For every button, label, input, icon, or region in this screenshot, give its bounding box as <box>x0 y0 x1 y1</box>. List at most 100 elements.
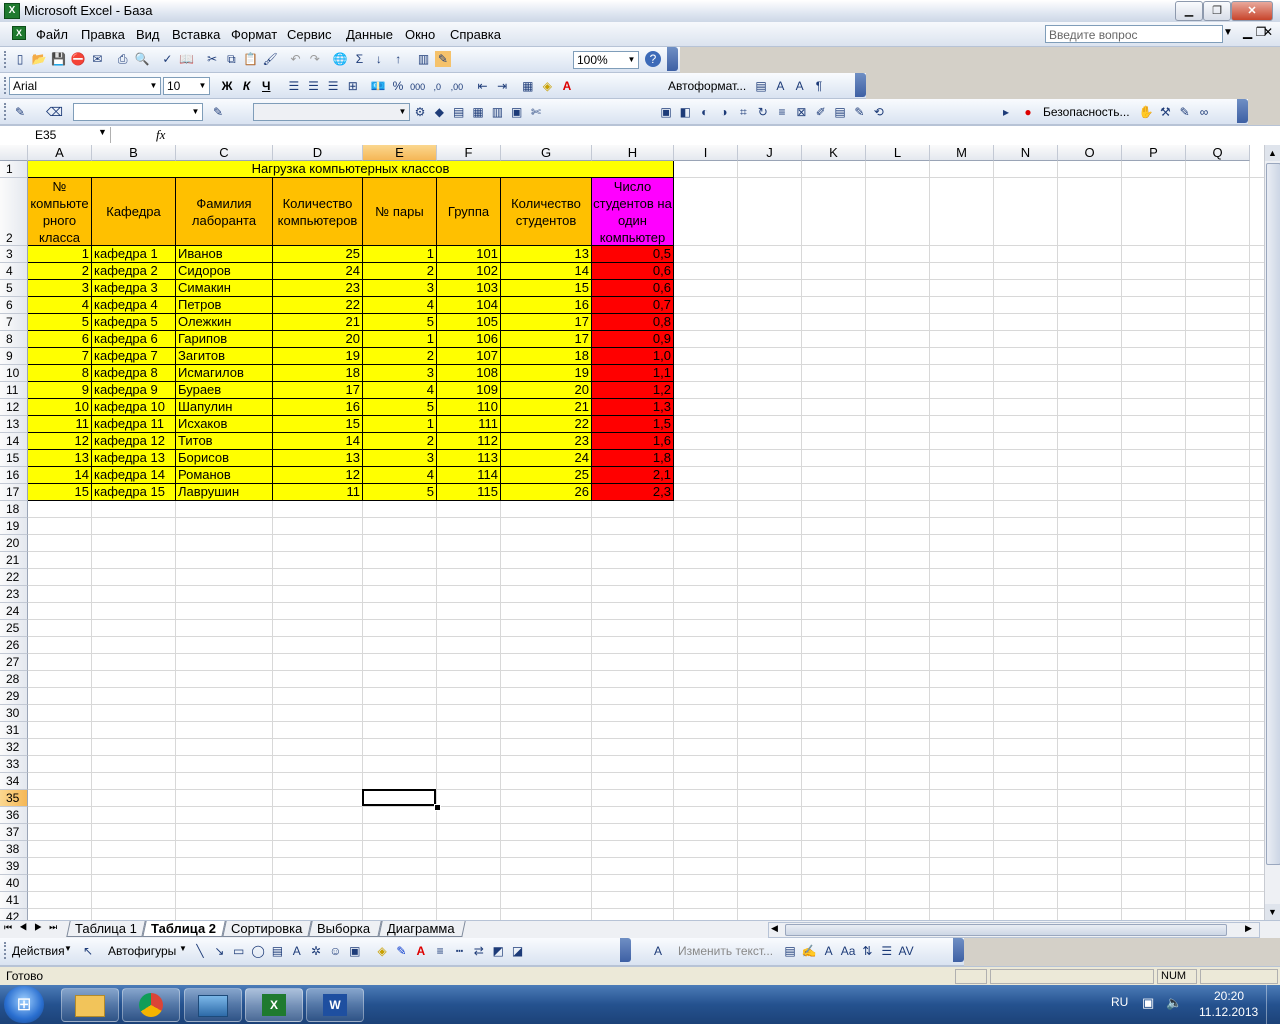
column-header[interactable]: K <box>802 145 866 161</box>
control-toolbox-icon[interactable]: ✋ <box>1138 104 1154 120</box>
data-cell[interactable]: 1,3 <box>592 399 674 416</box>
row-header[interactable]: 25 <box>0 620 28 637</box>
spreadsheet-grid[interactable]: A B C D E F G H I J K L M N O P Q 1 2 3 4 5 6 7 8 9 10 11 12 13 14 15 16… <box>0 145 1264 920</box>
merge-center-icon[interactable]: ⊞ <box>345 78 361 94</box>
line-style-combo[interactable]: ▼ <box>73 103 203 121</box>
data-cell[interactable]: 22 <box>501 416 592 433</box>
align-left-icon[interactable]: ☰ <box>286 78 302 94</box>
row-header[interactable]: 40 <box>0 875 28 892</box>
style-combo[interactable]: ▼ <box>253 103 410 121</box>
save-icon[interactable]: 💾 <box>51 51 67 67</box>
data-cell[interactable]: 24 <box>501 450 592 467</box>
cut-icon[interactable]: ✂ <box>204 51 220 67</box>
data-cell[interactable]: 115 <box>437 484 501 501</box>
data-cell[interactable]: 106 <box>437 331 501 348</box>
char-spacing-icon[interactable]: AV <box>898 943 914 959</box>
ask-question-input[interactable]: Введите вопрос <box>1045 25 1223 43</box>
scroll-right-button[interactable]: ▶ <box>1245 923 1252 934</box>
row-header[interactable]: 36 <box>0 807 28 824</box>
row-header[interactable]: 7 <box>0 314 28 331</box>
row-header[interactable]: 41 <box>0 892 28 909</box>
sheet-tab[interactable]: Таблица 1 <box>66 921 146 937</box>
column-header[interactable]: F <box>437 145 501 161</box>
data-cell[interactable]: 20 <box>273 331 363 348</box>
row-header[interactable]: 23 <box>0 586 28 603</box>
line-style-icon[interactable]: ≡ <box>774 104 790 120</box>
data-cell[interactable]: кафедра 10 <box>92 399 176 416</box>
data-cell[interactable]: 1,2 <box>592 382 674 399</box>
font-combo[interactable]: Arial ▼ <box>9 77 161 95</box>
scroll-down-button[interactable]: ▼ <box>1265 904 1280 920</box>
borders-icon[interactable]: ▦ <box>520 78 536 94</box>
data-cell[interactable]: 16 <box>501 297 592 314</box>
column-header[interactable]: B <box>92 145 176 161</box>
tb-icon-7[interactable]: ✄ <box>528 104 544 120</box>
data-cell[interactable]: 1,6 <box>592 433 674 450</box>
line-icon[interactable]: ╲ <box>192 943 208 959</box>
data-cell[interactable]: Сидоров <box>176 263 273 280</box>
data-cell[interactable]: 108 <box>437 365 501 382</box>
open-icon[interactable]: 📂 <box>31 51 47 67</box>
italic-button[interactable]: К <box>239 78 255 94</box>
rotate-icon[interactable]: ↻ <box>755 104 771 120</box>
column-header[interactable]: O <box>1058 145 1122 161</box>
script-editor-icon[interactable]: ∞ <box>1196 104 1212 120</box>
data-cell[interactable]: 3 <box>363 280 437 297</box>
data-cell[interactable]: 3 <box>28 280 92 297</box>
3d-icon[interactable]: ◪ <box>510 943 526 959</box>
data-cell[interactable]: 114 <box>437 467 501 484</box>
clock-date[interactable]: 11.12.2013 <box>1199 1005 1258 1019</box>
oval-icon[interactable]: ◯ <box>250 943 266 959</box>
vertical-scroll-thumb[interactable] <box>1266 163 1280 865</box>
style-dropdown-icon[interactable]: ▼ <box>397 105 408 119</box>
row-header[interactable]: 8 <box>0 331 28 348</box>
data-cell[interactable]: 1,0 <box>592 348 674 365</box>
compress-icon[interactable]: ⊠ <box>793 104 809 120</box>
column-title-cell[interactable]: Группа <box>437 178 501 246</box>
language-indicator[interactable]: RU <box>1111 995 1128 1009</box>
maximize-button[interactable]: ❐ <box>1203 1 1231 21</box>
data-cell[interactable]: 25 <box>501 467 592 484</box>
row-header[interactable]: 22 <box>0 569 28 586</box>
row-header[interactable]: 35 <box>0 790 28 807</box>
sheet-title-cell[interactable]: Нагрузка компьютерных классов <box>28 161 674 178</box>
data-cell[interactable]: кафедра 11 <box>92 416 176 433</box>
menu-edit[interactable]: Правка <box>81 27 125 42</box>
menu-file[interactable]: Файл <box>36 27 68 42</box>
data-cell[interactable]: 105 <box>437 314 501 331</box>
data-cell[interactable]: 3 <box>363 450 437 467</box>
network-icon[interactable]: ▣ <box>1142 995 1154 1011</box>
data-cell[interactable]: Исхаков <box>176 416 273 433</box>
data-cell[interactable]: 26 <box>501 484 592 501</box>
data-cell[interactable]: 23 <box>501 433 592 450</box>
data-cell[interactable]: 4 <box>363 382 437 399</box>
tb-icon-2[interactable]: ◆ <box>431 104 447 120</box>
data-cell[interactable]: 111 <box>437 416 501 433</box>
data-cell[interactable]: 5 <box>363 399 437 416</box>
data-cell[interactable]: 2 <box>363 263 437 280</box>
column-header[interactable]: J <box>738 145 802 161</box>
data-cell[interactable]: 21 <box>273 314 363 331</box>
data-cell[interactable]: 13 <box>273 450 363 467</box>
vb-editor-icon[interactable]: ⚒ <box>1157 104 1173 120</box>
fill-color-icon[interactable]: ◈ <box>539 78 555 94</box>
drawing-icon[interactable]: ✎ <box>434 51 451 67</box>
tb-icon-3[interactable]: ▤ <box>451 104 467 120</box>
data-cell[interactable]: 9 <box>28 382 92 399</box>
row-header[interactable]: 18 <box>0 501 28 518</box>
crop-icon[interactable]: ⌗ <box>735 104 751 120</box>
function-icon[interactable]: fx <box>156 127 165 143</box>
style-icon[interactable]: ▤ <box>753 78 769 94</box>
data-cell[interactable]: 112 <box>437 433 501 450</box>
autoformat-button[interactable]: Автоформат... <box>668 79 746 93</box>
column-header[interactable]: N <box>994 145 1058 161</box>
data-cell[interactable]: Исмагилов <box>176 365 273 382</box>
diagram-icon[interactable]: ✲ <box>308 943 324 959</box>
data-cell[interactable]: кафедра 9 <box>92 382 176 399</box>
grow-font-icon[interactable]: A <box>772 78 788 94</box>
hyperlink-icon[interactable]: 🌐 <box>332 51 348 67</box>
column-header[interactable]: H <box>592 145 674 161</box>
tb-icon-1[interactable]: ⚙ <box>412 104 428 120</box>
contrast-icon[interactable]: ◐ <box>697 104 713 120</box>
data-cell[interactable]: 113 <box>437 450 501 467</box>
